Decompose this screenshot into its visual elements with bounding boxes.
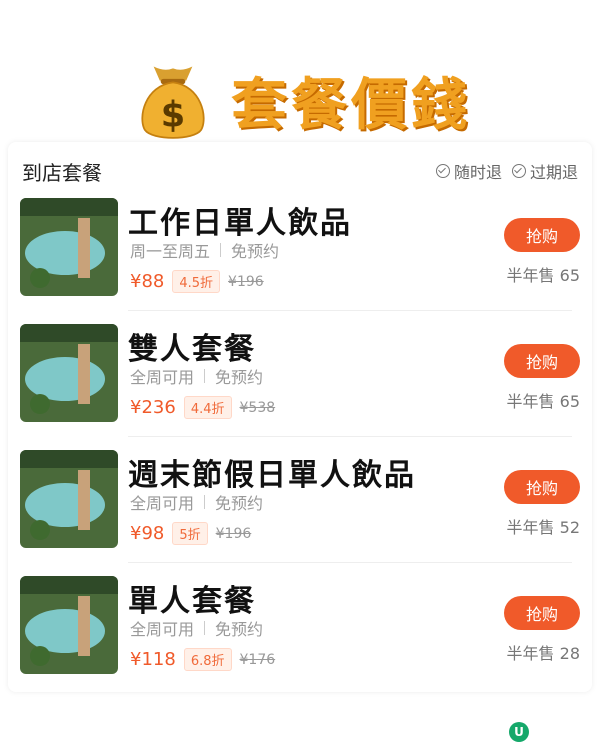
item-divider bbox=[128, 436, 572, 437]
list-item[interactable]: 雙人套餐 全周可用 免预约 ¥236 4.4折 ¥538 抢购 半年售 65 bbox=[20, 324, 580, 434]
original-price: ¥176 bbox=[239, 651, 276, 668]
discount-badge: 4.5折 bbox=[172, 270, 221, 293]
page-title: 套餐價錢 bbox=[231, 71, 471, 138]
buy-button[interactable]: 抢购 bbox=[504, 218, 580, 252]
item-divider bbox=[128, 562, 572, 563]
discount-badge: 5折 bbox=[172, 522, 208, 545]
brand-logo-icon: U bbox=[509, 722, 529, 742]
buy-button[interactable]: 抢购 bbox=[504, 596, 580, 630]
check-circle-icon bbox=[435, 164, 450, 178]
policy-label: 随时退 bbox=[453, 163, 502, 182]
item-divider bbox=[128, 310, 572, 311]
divider bbox=[204, 495, 206, 509]
section-title: 到店套餐 bbox=[22, 160, 102, 185]
list-item[interactable]: 工作日單人飲品 周一至周五 免预约 ¥88 4.5折 ¥196 抢购 半年售 6… bbox=[20, 198, 580, 308]
sold-count: 半年售 65 bbox=[506, 392, 580, 411]
sold-count: 半年售 28 bbox=[506, 644, 580, 663]
reservation: 免预约 bbox=[215, 620, 264, 639]
package-thumbnail bbox=[20, 198, 118, 296]
svg-text:$: $ bbox=[161, 94, 185, 135]
money-bag-icon: $ bbox=[141, 66, 205, 139]
divider bbox=[204, 621, 206, 635]
discount-badge: 4.4折 bbox=[183, 396, 232, 419]
package-meta: 周一至周五 免预约 bbox=[130, 238, 279, 262]
original-price: ¥538 bbox=[239, 399, 276, 416]
reservation: 免预约 bbox=[231, 242, 280, 261]
divider bbox=[204, 369, 206, 383]
package-thumbnail bbox=[20, 324, 118, 422]
policy-list: 随时退 过期退 bbox=[435, 159, 578, 183]
price: ¥88 bbox=[130, 271, 165, 292]
list-item[interactable]: 單人套餐 全周可用 免预约 ¥118 6.8折 ¥176 抢购 半年售 28 bbox=[20, 576, 580, 686]
original-price: ¥196 bbox=[228, 273, 264, 290]
availability: 全周可用 bbox=[130, 620, 195, 639]
package-meta: 全周可用 免预约 bbox=[130, 364, 263, 388]
buy-button[interactable]: 抢购 bbox=[504, 344, 580, 378]
card-header: 到店套餐 随时退 过期退 bbox=[22, 156, 578, 186]
reservation: 免预约 bbox=[215, 494, 264, 513]
package-meta: 全周可用 免预约 bbox=[130, 490, 263, 514]
package-meta: 全周可用 免预约 bbox=[130, 616, 263, 640]
price-row: ¥98 5折 ¥196 bbox=[130, 522, 251, 545]
availability: 周一至周五 bbox=[130, 242, 211, 261]
reservation: 免预约 bbox=[215, 368, 264, 387]
package-thumbnail bbox=[20, 576, 118, 674]
divider bbox=[220, 243, 222, 257]
availability: 全周可用 bbox=[130, 494, 195, 513]
price-row: ¥88 4.5折 ¥196 bbox=[130, 270, 264, 293]
check-circle-icon bbox=[511, 164, 526, 178]
price: ¥118 bbox=[130, 649, 176, 670]
price-row: ¥236 4.4折 ¥538 bbox=[130, 396, 275, 419]
page-header: $ 套餐價錢 bbox=[0, 55, 600, 145]
package-thumbnail bbox=[20, 450, 118, 548]
price: ¥98 bbox=[130, 523, 165, 544]
policy-label: 过期退 bbox=[529, 163, 578, 182]
sold-count: 半年售 65 bbox=[506, 266, 580, 285]
package-name: 單人套餐 bbox=[128, 584, 256, 619]
discount-badge: 6.8折 bbox=[183, 648, 232, 671]
original-price: ¥196 bbox=[215, 525, 252, 542]
sold-count: 半年售 52 bbox=[506, 518, 580, 537]
package-name: 雙人套餐 bbox=[128, 332, 256, 367]
package-name: 工作日單人飲品 bbox=[128, 206, 352, 241]
availability: 全周可用 bbox=[130, 368, 195, 387]
price-row: ¥118 6.8折 ¥176 bbox=[130, 648, 275, 671]
list-item[interactable]: 週末節假日單人飲品 全周可用 免预约 ¥98 5折 ¥196 抢购 半年售 52 bbox=[20, 450, 580, 560]
policy-expiry-refund: 过期退 bbox=[511, 159, 578, 183]
package-card: 到店套餐 随时退 过期退 工作日單人飲品 周一至周五 免预约 ¥88 4.5折 … bbox=[8, 142, 592, 692]
buy-button[interactable]: 抢购 bbox=[504, 470, 580, 504]
price: ¥236 bbox=[130, 397, 176, 418]
policy-anytime-refund: 随时退 bbox=[435, 159, 502, 183]
package-name: 週末節假日單人飲品 bbox=[128, 458, 416, 493]
